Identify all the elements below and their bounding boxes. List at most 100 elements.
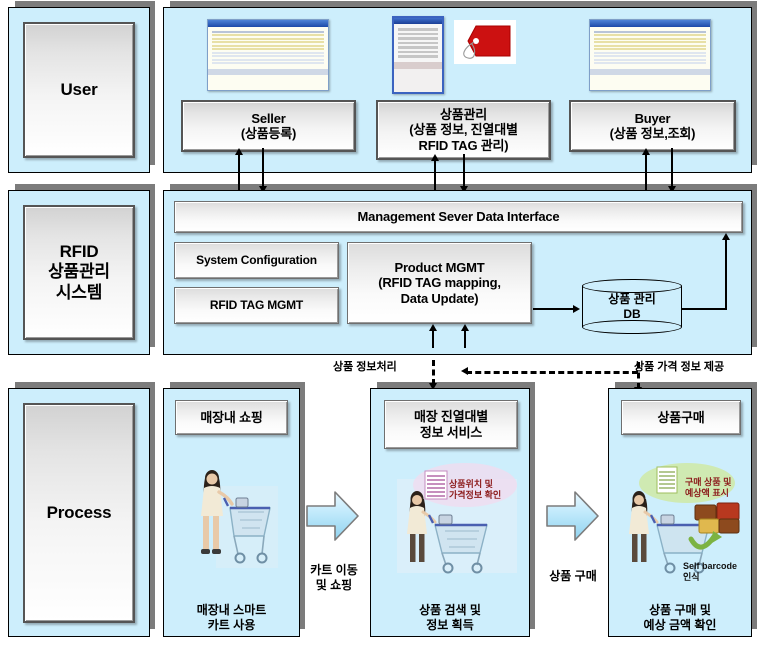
rfid-price-tag-icon (454, 20, 516, 64)
process-to-productmgmt-line-b (464, 330, 466, 348)
dashed-down-to-purchase-step (637, 362, 640, 389)
shelf-info-header-box[interactable]: 매장 진열대별 정보 서비스 (384, 400, 518, 449)
db-label-line2: DB (623, 306, 641, 321)
seller-label-line2: (상품등록) (240, 126, 297, 141)
user-title-label: User (60, 79, 98, 99)
pda-row (398, 55, 438, 58)
db-to-interface-arrowhead (722, 233, 730, 240)
system-layer-panel: RFID 상품관리 시스템 (8, 184, 155, 355)
window-row (594, 30, 706, 33)
buyer-up-line (645, 154, 647, 194)
shelf-info-note: 상품위치 및 가격정보 확인 (449, 478, 502, 501)
seller-app-window-thumbnail (207, 19, 329, 91)
db-label: 상품 관리 DB (582, 279, 682, 334)
product-info-process-label: 상품 정보처리 (333, 361, 397, 373)
pda-row (398, 50, 438, 53)
product-mgmt-line3: Data Update) (400, 290, 479, 306)
purchase-block-arrow (545, 488, 600, 544)
shopper-with-cart-illustration (188, 462, 278, 572)
purchase-caption: 상품 구매 및 예상 금액 확인 (643, 602, 717, 633)
window-row (594, 44, 706, 47)
product-mgmt-line2: (RFID TAG mapping, (378, 275, 501, 291)
window-row (212, 44, 324, 47)
window-row (594, 37, 706, 40)
window-row (594, 55, 706, 57)
in-store-shopping-header-box[interactable]: 매장내 쇼핑 (175, 400, 288, 435)
product-mgmt-module-box[interactable]: Product MGMT (RFID TAG mapping, Data Upd… (347, 242, 532, 324)
rfid-tag-mgmt-box[interactable]: RFID TAG MGMT (174, 287, 339, 324)
rfid-tag-mgmt-label: RFID TAG MGMT (209, 298, 304, 313)
process-title-label: Process (46, 502, 112, 522)
in-store-shopping-caption: 매장내 스마트 카트 사용 (196, 602, 267, 633)
window-row (212, 37, 324, 40)
management-server-data-interface-label: Management Sever Data Interface (357, 209, 560, 225)
self-barcode-note: Self barcode 인식 (683, 560, 738, 583)
window-row (212, 34, 324, 36)
productmgmt-to-db-line (533, 308, 575, 310)
window-row (594, 34, 706, 36)
window-row (594, 48, 706, 50)
seller-box[interactable]: Seller (상품등록) (181, 100, 356, 152)
window-row (212, 58, 324, 61)
cart-move-block-arrow (305, 488, 360, 544)
user-title-box: User (23, 22, 135, 158)
product-price-info-label: 상품 가격 정보 제공 (634, 361, 725, 373)
pda-row (398, 28, 438, 31)
buyer-label-line1: Buyer (634, 110, 671, 126)
window-row (594, 62, 706, 64)
productmgmt-to-db-arrowhead (573, 305, 580, 313)
user-actors-panel: Seller (상품등록) 상품관리 (상품 정보, 진열대별 RFID TAG… (163, 1, 757, 173)
pda-app-window-thumbnail (392, 16, 444, 94)
system-title-box: RFID 상품관리 시스템 (23, 205, 135, 340)
window-statusbar (590, 68, 710, 75)
process-layer-panel: Process (8, 382, 155, 637)
pda-row (398, 32, 438, 35)
buyer-label-line2: (상품 정보,조회) (609, 126, 696, 141)
purchase-header-label: 상품구매 (657, 409, 705, 425)
pda-body (394, 24, 442, 62)
product-management-label-line1: 상품관리 (439, 107, 488, 122)
product-management-label-line2: (상품 정보, 진열대별 (409, 122, 518, 138)
system-title-line3: 시스템 (55, 282, 103, 302)
in-store-shopping-header-label: 매장내 쇼핑 (200, 409, 263, 425)
system-configuration-box[interactable]: System Configuration (174, 242, 339, 279)
process-step-in-store-shopping-panel: 매장내 쇼핑 매장내 스마트 카트 사용 (163, 382, 305, 637)
process-to-productmgmt-arrowhead-a (429, 324, 437, 331)
product-mgmt-line1: Product MGMT (394, 260, 485, 275)
window-body (208, 27, 328, 68)
shelf-info-caption: 상품 검색 및 정보 획득 (419, 602, 481, 633)
window-row (212, 62, 324, 64)
window-row (212, 41, 324, 43)
product-management-box[interactable]: 상품관리 (상품 정보, 진열대별 RFID TAG 관리) (376, 100, 551, 160)
window-titlebar (590, 20, 710, 27)
buyer-app-window-thumbnail (589, 19, 711, 91)
user-layer-panel: User (8, 1, 155, 173)
purchase-display-note: 구매 상품 및 예상액 표시 (685, 476, 732, 499)
window-row (212, 51, 324, 54)
buyer-box[interactable]: Buyer (상품 정보,조회) (569, 100, 736, 152)
system-title-line2: 상품관리 (48, 262, 110, 282)
cart-move-arrow-label: 카트 이동 및 쇼핑 (310, 563, 358, 592)
shelf-info-header-label: 매장 진열대별 정보 서비스 (414, 409, 488, 440)
system-title-line1: RFID (59, 242, 99, 262)
window-row (212, 30, 324, 33)
window-statusbar (208, 68, 328, 75)
buyer-up-arrowhead (642, 148, 650, 155)
window-body (590, 27, 710, 68)
pda-row (398, 46, 438, 49)
productmgmt-down-line (463, 154, 465, 188)
management-server-data-interface-box[interactable]: Management Sever Data Interface (174, 201, 743, 233)
buyer-down-line (671, 148, 673, 188)
window-row (594, 41, 706, 43)
db-label-line1: 상품 관리 (608, 292, 656, 307)
purchase-header-box[interactable]: 상품구매 (621, 400, 741, 435)
seller-down-line (262, 148, 264, 188)
product-management-database: 상품 관리 DB (582, 279, 682, 334)
db-to-interface-h (682, 308, 727, 310)
seller-up-arrowhead (235, 148, 243, 155)
system-configuration-label: System Configuration (196, 253, 317, 268)
db-to-interface-v (725, 239, 727, 309)
pda-row (398, 37, 438, 40)
window-row (212, 48, 324, 50)
system-modules-panel: Management Sever Data Interface System C… (163, 184, 757, 355)
